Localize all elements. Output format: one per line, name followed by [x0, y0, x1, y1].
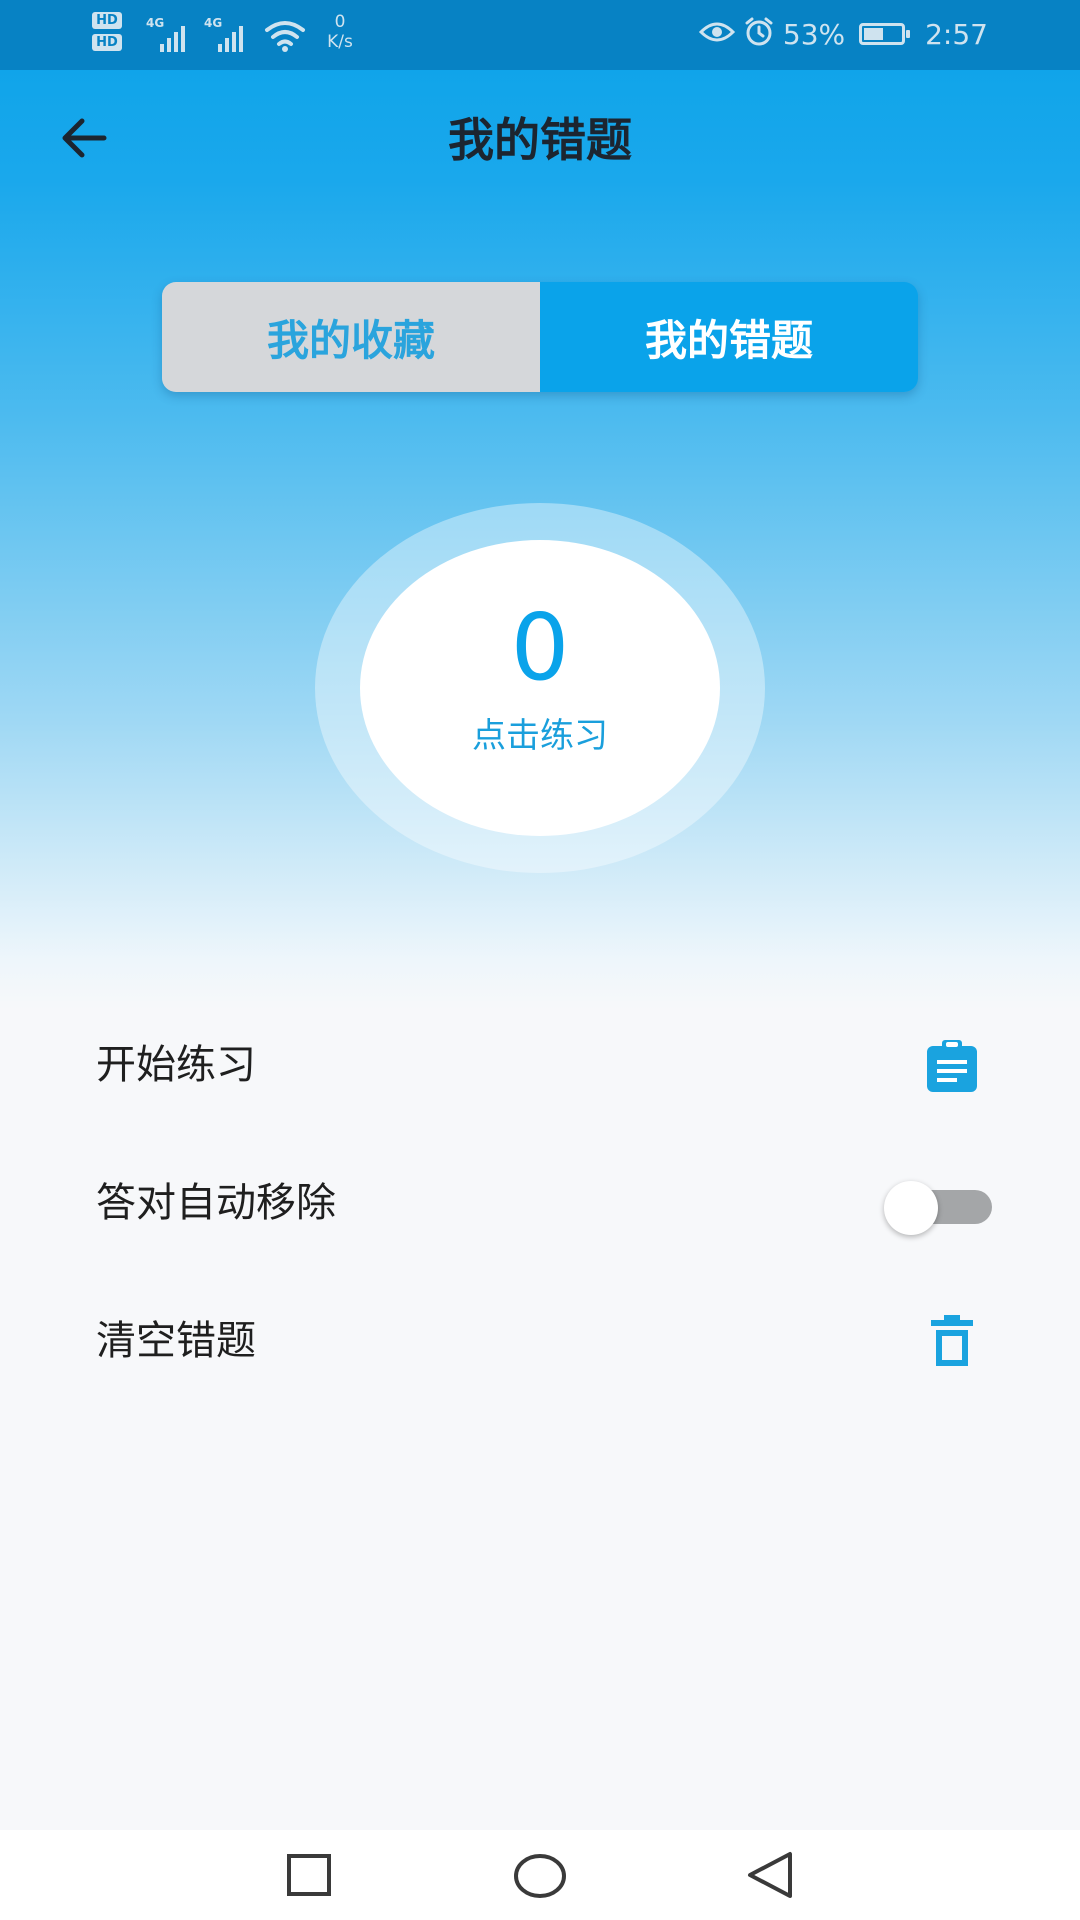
trash-icon[interactable]	[924, 1314, 980, 1370]
battery-percent: 53%	[782, 17, 846, 51]
hd-label-2: HD	[92, 34, 122, 51]
option-label: 答对自动移除	[96, 1180, 336, 1226]
practice-label: 点击练习	[472, 716, 608, 756]
option-row-auto-remove: 答对自动移除	[0, 1148, 1080, 1258]
option-row-start-practice[interactable]: 开始练习	[0, 1010, 1080, 1120]
clock-time: 2:57	[925, 17, 988, 51]
option-label: 清空错题	[96, 1318, 256, 1364]
option-label: 开始练习	[96, 1042, 256, 1088]
eye-icon	[698, 20, 735, 48]
wifi-icon	[264, 18, 306, 52]
circle-home-icon[interactable]	[508, 1844, 572, 1908]
triangle-back-icon[interactable]	[738, 1844, 802, 1908]
auto-remove-toggle[interactable]	[884, 1181, 994, 1235]
hd-label-1: HD	[92, 12, 122, 29]
segmented-control: 我的收藏 我的错题	[162, 282, 918, 392]
battery-level	[864, 28, 884, 40]
network-speed-value: 0	[334, 12, 346, 32]
signal-icon: 4G	[204, 16, 252, 52]
clipboard-icon[interactable]	[924, 1038, 980, 1094]
battery-icon	[859, 23, 911, 45]
network-speed: 0 K/s	[320, 12, 360, 52]
practice-circle-button[interactable]: 0 点击练习	[360, 540, 720, 836]
alarm-icon	[743, 16, 775, 52]
status-right: 53% 2:57	[698, 14, 988, 54]
toggle-knob	[884, 1181, 938, 1235]
system-nav-bar	[0, 1830, 1080, 1920]
network-speed-unit: K/s	[327, 32, 353, 52]
square-recents-icon[interactable]	[277, 1844, 341, 1908]
wrong-count: 0	[510, 594, 570, 701]
hd-icon: HD HD	[92, 12, 136, 56]
signal-icon: 4G	[146, 16, 194, 52]
tab-wrong-questions[interactable]: 我的错题	[540, 282, 918, 392]
status-bar: HD HD 4G 4G 0 K/s 53% 2:57	[0, 0, 1080, 70]
option-row-clear[interactable]: 清空错题	[0, 1286, 1080, 1396]
page-title: 我的错题	[448, 113, 632, 167]
tab-favorites[interactable]: 我的收藏	[162, 282, 540, 392]
